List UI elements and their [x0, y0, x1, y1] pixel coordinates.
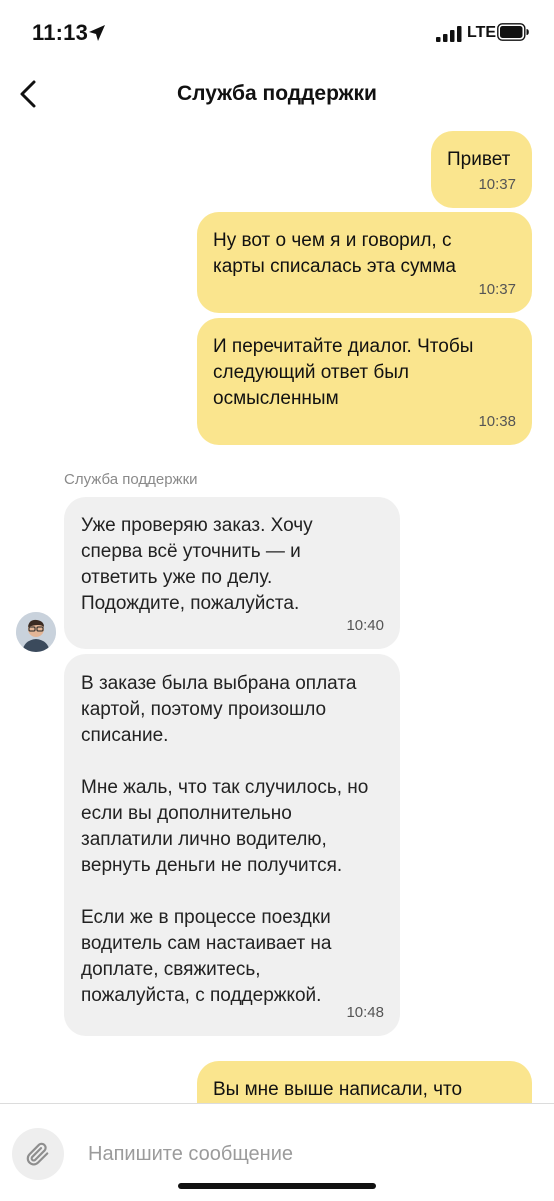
signal-icon [436, 26, 462, 42]
message-text: Ну вот о чем я и говорил, с карты списал… [213, 230, 456, 277]
paperclip-icon [26, 1142, 49, 1166]
status-bar: 11:13 LTE [0, 0, 554, 66]
page-title: Служба поддержки [177, 82, 377, 105]
home-indicator [178, 1183, 376, 1189]
header: Служба поддержки [0, 66, 554, 126]
message-bubble-outgoing[interactable]: Ну вот о чем я и говорил, с карты списал… [197, 212, 532, 313]
message-input[interactable] [88, 1136, 508, 1172]
message-text: Вы мне выше написали, что [213, 1079, 463, 1100]
message-text: В заказе была выбрана оплата картой, поэ… [81, 673, 369, 1006]
network-type: LTE [467, 24, 497, 41]
message-bubble-outgoing[interactable]: Привет 10:37 [431, 131, 532, 208]
message-bubble-outgoing[interactable]: И перечитайте диалог. Чтобы следующий от… [197, 318, 532, 445]
attach-button[interactable] [12, 1128, 64, 1180]
message-text: И перечитайте диалог. Чтобы следующий от… [213, 336, 474, 409]
message-time: 10:37 [478, 281, 516, 298]
message-bubble-incoming[interactable]: В заказе была выбрана оплата картой, поэ… [64, 654, 400, 1036]
status-time: 11:13 [32, 20, 89, 45]
message-time: 10:37 [478, 176, 516, 193]
sender-label: Служба поддержки [64, 471, 198, 488]
message-text: Уже проверяю заказ. Хочу сперва всё уточ… [81, 515, 313, 614]
message-bubble-incoming[interactable]: Уже проверяю заказ. Хочу сперва всё уточ… [64, 497, 400, 649]
location-arrow-icon [89, 25, 105, 41]
message-time: 10:48 [346, 1004, 384, 1021]
message-time: 10:40 [346, 617, 384, 634]
avatar-image [16, 612, 56, 652]
battery-icon [497, 23, 529, 41]
avatar[interactable] [16, 612, 56, 652]
message-time: 10:38 [478, 413, 516, 430]
message-text: Привет [447, 149, 511, 170]
